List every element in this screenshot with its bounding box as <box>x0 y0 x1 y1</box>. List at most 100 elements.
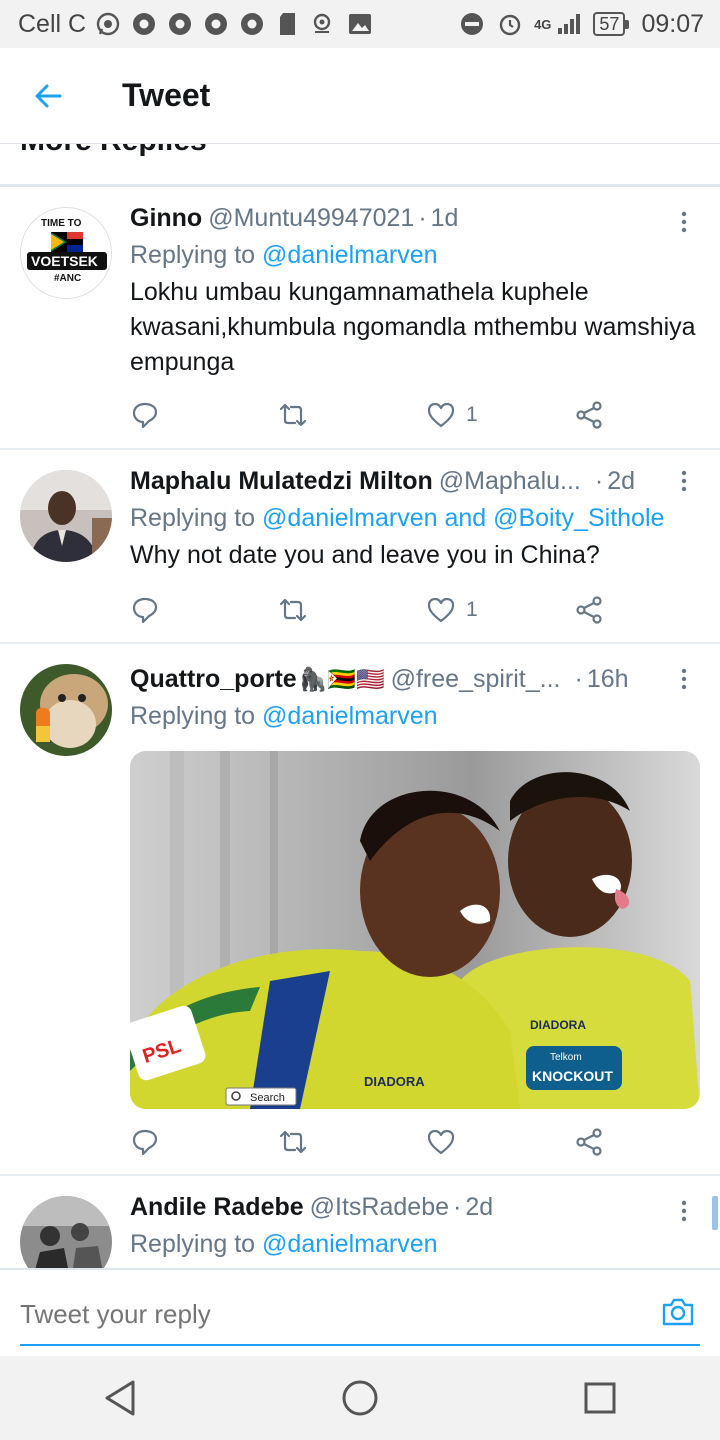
author-handle[interactable]: @ItsRadebe <box>310 1190 449 1224</box>
battery-indicator: 57 <box>593 12 630 36</box>
mention-link[interactable]: @danielmarven and @Boity_Sithole <box>262 504 664 532</box>
retweet-button[interactable] <box>276 1127 310 1157</box>
heart-icon <box>427 597 455 623</box>
arrow-left-icon <box>35 84 62 107</box>
author-name[interactable]: Quattro_porte <box>130 662 297 696</box>
retweet-button[interactable] <box>276 400 310 430</box>
tweet-media-image[interactable]: PSL DIADORA DIADORA Telkom KNOCKOUT Sear… <box>130 751 700 1109</box>
like-button[interactable]: 1 <box>426 596 478 624</box>
chrome-icon <box>166 10 194 38</box>
tweet-header: Andile Radebe @ItsRadebe · 2d <box>130 1190 700 1224</box>
retweet-icon <box>279 598 307 622</box>
like-button[interactable]: 1 <box>426 401 478 429</box>
tweet-text: Lokhu umbau kungamnamathela kuphele kwas… <box>130 278 696 376</box>
author-handle[interactable]: @Maphalu... <box>439 464 581 498</box>
heart-icon <box>427 402 455 428</box>
tweet-item[interactable]: Quattro_porte 🦍🇿🇼🇺🇸 @free_spirit_... · 1… <box>0 644 720 1176</box>
tweet-item[interactable]: Maphalu Mulatedzi Milton @Maphalu... · 2… <box>0 450 720 644</box>
replying-label: Replying to <box>130 1230 256 1258</box>
mention-link[interactable]: @danielmarven <box>262 241 437 269</box>
input-underline <box>20 1344 700 1346</box>
dot-separator: · <box>574 665 583 693</box>
tweet-body: Andile Radebe @ItsRadebe · 2d Replying t… <box>130 1190 700 1262</box>
do-not-disturb-icon <box>458 10 486 38</box>
chrome-icon <box>130 10 158 38</box>
image-icon <box>346 10 374 38</box>
clock: 09:07 <box>641 9 704 38</box>
camera-button[interactable] <box>656 1290 700 1334</box>
mention-link[interactable]: @danielmarven <box>262 1230 437 1258</box>
author-name[interactable]: Ginno <box>130 201 202 235</box>
share-button[interactable] <box>574 1127 604 1157</box>
tweet-body: Maphalu Mulatedzi Milton @Maphalu... · 2… <box>130 464 700 573</box>
like-count: 1 <box>466 403 478 426</box>
more-options-button[interactable] <box>670 464 698 498</box>
author-handle[interactable]: @free_spirit_... <box>391 662 561 696</box>
tweet-actions: 1 <box>130 395 610 435</box>
avatar[interactable] <box>20 1196 112 1268</box>
reply-input[interactable] <box>20 1288 640 1340</box>
status-right: 4G 57 09:07 <box>458 10 704 39</box>
tweet-item[interactable]: Andile Radebe @ItsRadebe · 2d Replying t… <box>0 1176 720 1268</box>
whatsapp-icon <box>94 10 122 38</box>
retweet-button[interactable] <box>276 595 310 625</box>
back-button[interactable] <box>0 48 96 144</box>
nav-home-button[interactable] <box>318 1356 402 1440</box>
more-options-button[interactable] <box>670 205 698 239</box>
more-vertical-icon <box>681 470 687 492</box>
dot-separator: · <box>453 1193 462 1221</box>
scrollbar-thumb[interactable] <box>712 1196 718 1230</box>
dot-separator: · <box>594 467 604 495</box>
share-icon <box>576 1128 602 1156</box>
tweet-header: Ginno @Muntu49947021 · 1d <box>130 201 700 235</box>
tweet-actions <box>130 1122 610 1162</box>
retweet-icon <box>279 403 307 427</box>
dot-separator: · <box>418 204 427 232</box>
circle-home-icon <box>342 1380 378 1416</box>
replying-to: Replying to @danielmarven and @Boity_Sit… <box>130 500 700 536</box>
like-count: 1 <box>466 598 478 621</box>
reply-icon <box>132 597 158 624</box>
author-handle[interactable]: @Muntu49947021 <box>208 201 414 235</box>
reply-button[interactable] <box>130 595 160 625</box>
avatar[interactable]: TIME TO VOETSEK #ANC <box>20 207 112 299</box>
replying-label: Replying to <box>130 504 256 532</box>
more-vertical-icon <box>681 211 687 233</box>
author-name[interactable]: Andile Radebe <box>130 1190 304 1224</box>
jersey-text-front: DIADORA <box>364 1074 425 1089</box>
tweet-time: 2d <box>607 467 636 495</box>
alarm-icon <box>496 10 524 38</box>
reply-icon <box>132 1129 158 1156</box>
avatar[interactable] <box>20 664 112 756</box>
tweet-time: 16h <box>586 665 629 693</box>
reply-button[interactable] <box>130 400 160 430</box>
nav-back-button[interactable] <box>78 1356 162 1440</box>
reply-composer <box>0 1268 720 1356</box>
share-button[interactable] <box>574 595 604 625</box>
chrome-icon <box>238 10 266 38</box>
battery-level: 57 <box>599 13 620 34</box>
mention-link[interactable]: @danielmarven <box>262 702 437 730</box>
avatar[interactable] <box>20 470 112 562</box>
triangle-back-icon <box>105 1380 135 1416</box>
replying-to: Replying to @danielmarven <box>130 1226 700 1262</box>
share-button[interactable] <box>574 400 604 430</box>
nav-recents-button[interactable] <box>558 1356 642 1440</box>
more-vertical-icon <box>681 1200 687 1222</box>
page-title: Tweet <box>122 77 211 113</box>
more-options-button[interactable] <box>670 662 698 696</box>
like-button[interactable] <box>426 1128 466 1156</box>
tweet-body: Ginno @Muntu49947021 · 1d Replying to @d… <box>130 201 700 380</box>
author-name[interactable]: Maphalu Mulatedzi Milton <box>130 464 433 498</box>
reply-button[interactable] <box>130 1127 160 1157</box>
more-vertical-icon <box>681 668 687 690</box>
image-search-badge: Search <box>250 1092 285 1104</box>
replying-label: Replying to <box>130 702 256 730</box>
tweet-text: Why not date you and leave you in China? <box>130 541 600 569</box>
square-recents-icon <box>584 1382 616 1414</box>
more-options-button[interactable] <box>670 1194 698 1228</box>
sd-card-icon <box>274 10 302 38</box>
carrier-label: Cell C <box>18 9 87 38</box>
tweet-item[interactable]: TIME TO VOETSEK #ANC Ginno @Muntu4994702… <box>0 187 720 450</box>
name-emojis: 🦍🇿🇼🇺🇸 <box>298 666 385 692</box>
